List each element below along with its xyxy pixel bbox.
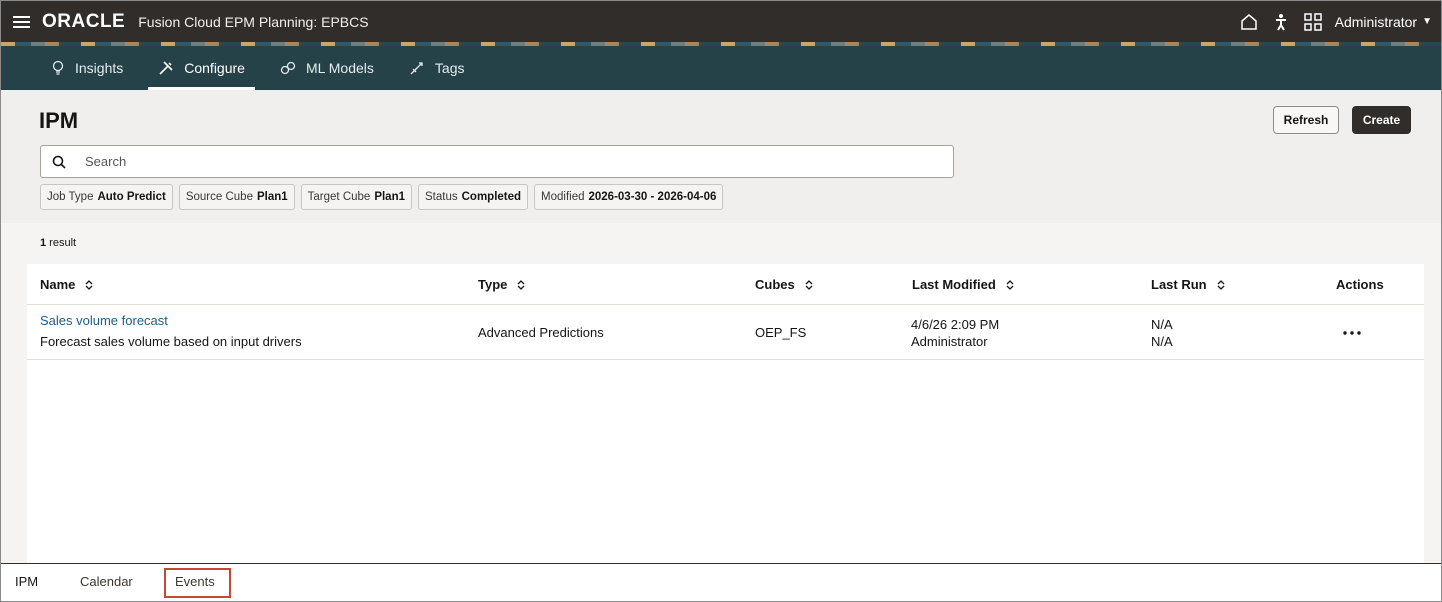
home-icon[interactable] xyxy=(1233,1,1265,42)
ml-icon xyxy=(280,60,296,76)
refresh-button[interactable]: Refresh xyxy=(1273,106,1339,134)
column-header-last-run[interactable]: Last Run xyxy=(1151,264,1226,305)
accessibility-icon[interactable] xyxy=(1265,1,1297,42)
last-modified-by: Administrator xyxy=(911,334,988,349)
search-input[interactable] xyxy=(85,154,885,169)
grid-icon[interactable] xyxy=(1297,1,1329,42)
chip-label: Status xyxy=(425,191,458,203)
caret-down-icon: ▼ xyxy=(1422,16,1432,27)
column-label: Name xyxy=(40,277,76,292)
chip-label: Job Type xyxy=(47,191,94,203)
chip-label: Modified xyxy=(541,191,585,203)
result-count-suffix: result xyxy=(46,237,77,249)
tag-icon xyxy=(409,60,425,76)
chip-value: Plan1 xyxy=(256,191,288,203)
result-count: 1 result xyxy=(40,237,76,249)
tab-label: Tags xyxy=(434,60,465,76)
tab-tags[interactable]: Tags xyxy=(399,46,475,90)
tools-icon xyxy=(158,60,174,76)
search-box[interactable] xyxy=(40,145,954,178)
job-description: Forecast sales volume based on input dri… xyxy=(40,334,302,349)
sort-icon xyxy=(84,279,94,291)
last-run-value: N/A xyxy=(1151,334,1173,349)
bottom-tab-bar: IPM Calendar Events xyxy=(1,563,1441,601)
nav-bar: Insights Configure ML Models Tags xyxy=(1,46,1441,90)
chip-label: Source Cube xyxy=(185,191,253,203)
last-run-value: N/A xyxy=(1151,317,1173,332)
job-cubes: OEP_FS xyxy=(755,325,807,340)
filter-chip-source-cube[interactable]: Source Cube Plan1 xyxy=(178,184,295,210)
chip-value: Auto Predict xyxy=(97,191,166,203)
chip-label: Target Cube xyxy=(307,191,371,203)
sort-icon xyxy=(516,279,526,291)
last-modified-date: 4/6/26 2:09 PM xyxy=(911,317,1000,332)
more-actions-icon[interactable] xyxy=(1340,321,1364,345)
events-highlight-box xyxy=(164,568,231,598)
column-header-type[interactable]: Type xyxy=(478,264,526,305)
tab-label: ML Models xyxy=(305,60,374,76)
create-button[interactable]: Create xyxy=(1352,106,1411,134)
user-name: Administrator xyxy=(1334,13,1418,30)
menu-icon[interactable] xyxy=(1,1,41,42)
sort-icon xyxy=(1005,279,1015,291)
column-label: Last Modified xyxy=(912,277,996,292)
chip-value: 2026-03-30 - 2026-04-06 xyxy=(588,191,717,203)
table-row[interactable]: Sales volume forecast Forecast sales vol… xyxy=(27,305,1424,360)
job-name-link[interactable]: Sales volume forecast xyxy=(40,313,168,328)
user-menu[interactable]: Administrator ▼ xyxy=(1335,14,1432,30)
column-header-last-modified[interactable]: Last Modified xyxy=(912,264,1015,305)
app-title: Fusion Cloud EPM Planning: EPBCS xyxy=(138,13,369,30)
sort-icon xyxy=(1216,279,1226,291)
lightbulb-icon xyxy=(51,60,65,76)
jobs-table: Name Type Cubes Last Modified Last Run A… xyxy=(27,264,1424,563)
search-icon xyxy=(41,155,77,169)
page-title: IPM xyxy=(39,108,79,133)
page-header: IPM Refresh Create Job TypeAuto Predict … xyxy=(1,90,1441,223)
oracle-logo: ORACLE xyxy=(42,10,126,32)
tab-configure[interactable]: Configure xyxy=(148,46,255,90)
results-area: 1 result Name Type Cubes Last Modified L… xyxy=(1,223,1441,563)
column-label: Cubes xyxy=(755,277,795,292)
chip-value: Plan1 xyxy=(374,191,405,203)
column-header-name[interactable]: Name xyxy=(40,264,94,305)
tab-ml-models[interactable]: ML Models xyxy=(270,46,384,90)
filter-chip-job-type[interactable]: Job Type Auto Predict xyxy=(40,184,173,210)
column-label: Last Run xyxy=(1151,277,1207,292)
tab-label: Configure xyxy=(184,60,245,76)
column-header-cubes[interactable]: Cubes xyxy=(755,264,814,305)
column-label: Type xyxy=(478,277,508,292)
column-header-actions: Actions xyxy=(1336,264,1384,305)
job-type: Advanced Predictions xyxy=(478,325,604,340)
filter-chip-status[interactable]: Status Completed xyxy=(418,184,529,210)
sort-icon xyxy=(804,279,814,291)
table-header: Name Type Cubes Last Modified Last Run A… xyxy=(27,264,1424,305)
filter-chip-modified[interactable]: Modified 2026-03-30 - 2026-04-06 xyxy=(534,184,724,210)
tab-insights[interactable]: Insights xyxy=(41,46,133,90)
bottom-tab-calendar[interactable]: Calendar xyxy=(80,574,133,589)
filter-chip-target-cube[interactable]: Target Cube Plan1 xyxy=(300,184,412,210)
bottom-tab-ipm[interactable]: IPM xyxy=(15,574,38,589)
filter-chips: Job Type Auto Predict Source Cube Plan1 Ta… xyxy=(40,184,724,210)
tab-label: Insights xyxy=(75,60,124,76)
chip-value: Completed xyxy=(461,191,522,203)
top-header: ORACLE Fusion Cloud EPM Planning: EPBCS … xyxy=(1,1,1441,42)
column-label: Actions xyxy=(1336,277,1384,292)
